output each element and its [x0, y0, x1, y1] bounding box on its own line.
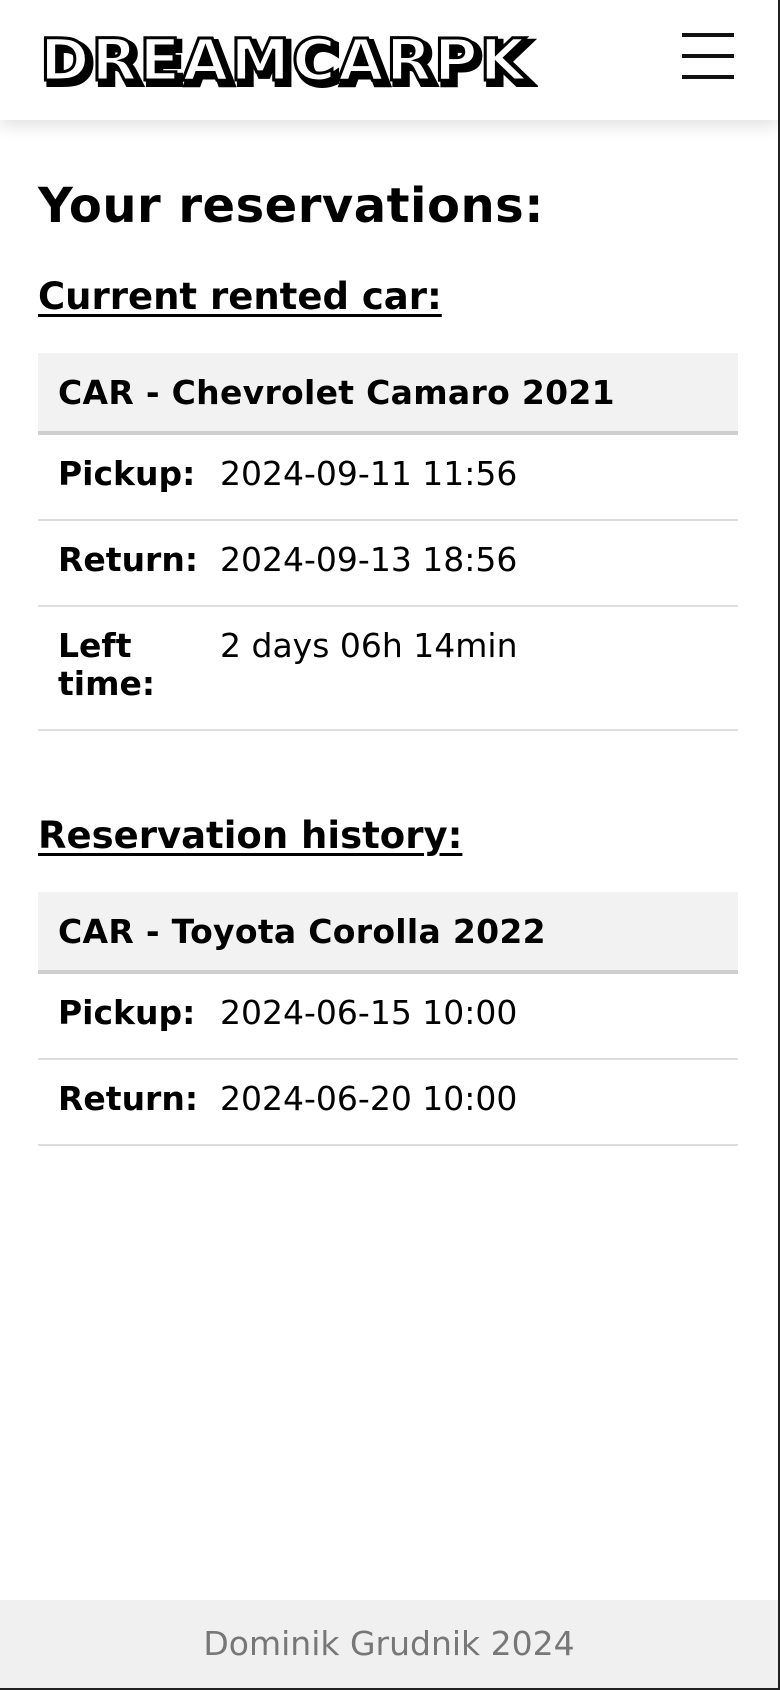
table-row: Left time: 2 days 06h 14min: [38, 606, 738, 731]
site-header: DREAMCARPK DREAMCARPK: [0, 0, 778, 120]
svg-text:DREAMCARPK: DREAMCARPK: [40, 30, 528, 94]
reservation-history-heading: Reservation history:: [38, 814, 463, 857]
history-car-name: CAR - Toyota Corolla 2022: [38, 892, 738, 974]
return-value: 2024-09-13 18:56: [210, 520, 738, 607]
hamburger-menu-icon[interactable]: [682, 33, 734, 81]
menu-bar: [682, 33, 734, 37]
reservation-history-table: CAR - Toyota Corolla 2022 Pickup: 2024-0…: [38, 892, 738, 1146]
page-title: Your reservations:: [38, 178, 544, 234]
pickup-value: 2024-06-15 10:00: [210, 972, 738, 1060]
logo-wordmark: DREAMCARPK DREAMCARPK: [39, 30, 534, 94]
reservations-page: Your reservations: Current rented car: C…: [38, 120, 738, 1146]
pickup-label: Pickup:: [38, 433, 211, 521]
return-label: Return:: [38, 520, 211, 607]
table-row: Return: 2024-06-20 10:00: [38, 1059, 738, 1146]
return-value: 2024-06-20 10:00: [210, 1059, 738, 1146]
menu-bar: [682, 75, 734, 79]
current-car-name: CAR - Chevrolet Camaro 2021: [38, 353, 738, 435]
pickup-value: 2024-09-11 11:56: [210, 433, 738, 521]
left-time-label: Left time:: [38, 606, 211, 731]
site-footer: Dominik Grudnik 2024: [0, 1600, 778, 1688]
table-row: Pickup: 2024-09-11 11:56: [38, 433, 738, 521]
site-logo[interactable]: DREAMCARPK DREAMCARPK: [38, 30, 538, 94]
table-row: Pickup: 2024-06-15 10:00: [38, 972, 738, 1060]
menu-bar: [682, 54, 734, 58]
footer-credit: Dominik Grudnik 2024: [203, 1624, 575, 1663]
current-rental-heading: Current rented car:: [38, 275, 442, 318]
pickup-label: Pickup:: [38, 972, 211, 1060]
left-time-value: 2 days 06h 14min: [210, 606, 738, 731]
current-rental-table: CAR - Chevrolet Camaro 2021 Pickup: 2024…: [38, 353, 738, 731]
table-row: Return: 2024-09-13 18:56: [38, 520, 738, 607]
return-label: Return:: [38, 1059, 211, 1146]
